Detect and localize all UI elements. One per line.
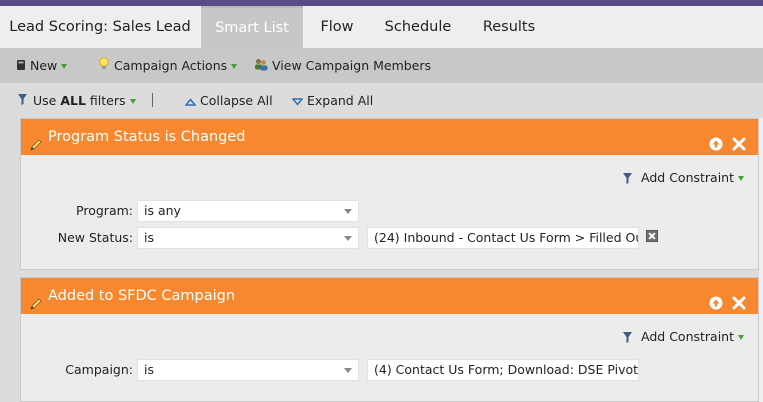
all-label: ALL bbox=[60, 93, 86, 108]
filter-panel-sfdc-campaign: Added to SFDC Campaign Add Constraint Ca… bbox=[20, 277, 759, 402]
remove-value-icon[interactable] bbox=[646, 230, 658, 242]
tab-bar: Lead Scoring: Sales Lead Smart List Flow… bbox=[0, 6, 763, 49]
use-label: Use bbox=[33, 93, 61, 108]
filters-label: filters bbox=[85, 93, 126, 108]
program-operator-select[interactable]: is any bbox=[137, 200, 359, 222]
new-status-label: New Status: bbox=[57, 230, 133, 245]
collapse-icon bbox=[184, 84, 197, 119]
campaign-operator-value: is bbox=[144, 362, 154, 377]
new-status-value-field[interactable]: (24) Inbound - Contact Us Form > Filled … bbox=[367, 227, 639, 249]
add-constraint-button[interactable]: Add Constraint bbox=[621, 168, 744, 188]
tab-results[interactable]: Results bbox=[468, 6, 550, 48]
chevron-down-icon bbox=[231, 64, 238, 69]
filter-wrench-icon bbox=[621, 329, 641, 344]
chevron-down-icon bbox=[61, 64, 68, 69]
campaign-actions-label: Campaign Actions bbox=[114, 58, 228, 73]
filter-title: Added to SFDC Campaign bbox=[48, 288, 236, 304]
campaign-actions-button[interactable]: Campaign Actions bbox=[98, 48, 238, 84]
expand-icon bbox=[291, 84, 304, 119]
chevron-down-icon bbox=[344, 209, 352, 214]
expand-all-label: Expand All bbox=[307, 93, 374, 108]
filter-panel-program-status: Program Status is Changed Add Constraint… bbox=[20, 118, 759, 270]
campaign-label: Campaign: bbox=[65, 362, 133, 377]
members-icon bbox=[254, 49, 268, 84]
filter-wrench-icon bbox=[16, 84, 29, 119]
add-constraint-label: Add Constraint bbox=[641, 329, 734, 344]
filter-title: Program Status is Changed bbox=[48, 129, 246, 145]
chevron-down-icon bbox=[738, 176, 744, 181]
toolbar-divider bbox=[152, 93, 153, 107]
new-status-operator-value: is bbox=[144, 230, 154, 245]
campaign-name-tab[interactable]: Lead Scoring: Sales Lead bbox=[0, 6, 200, 48]
program-operator-value: is any bbox=[144, 203, 181, 218]
move-up-icon[interactable] bbox=[709, 129, 723, 151]
chevron-down-icon bbox=[738, 335, 744, 340]
new-label: New bbox=[30, 58, 58, 73]
close-icon[interactable] bbox=[732, 288, 746, 310]
add-constraint-label: Add Constraint bbox=[641, 170, 734, 185]
filter-header[interactable]: Added to SFDC Campaign bbox=[21, 278, 758, 314]
new-button[interactable]: New bbox=[16, 48, 68, 84]
view-campaign-members-button[interactable]: View Campaign Members bbox=[254, 48, 431, 83]
tab-smart-list[interactable]: Smart List bbox=[201, 6, 303, 48]
toolbar: New Campaign Actions View Campaign Membe… bbox=[0, 48, 763, 83]
chevron-down-icon bbox=[129, 99, 136, 104]
lightbulb-icon bbox=[98, 49, 110, 84]
campaign-operator-select[interactable]: is bbox=[137, 359, 359, 381]
pencil-icon bbox=[29, 130, 43, 166]
filter-wrench-icon bbox=[621, 170, 641, 185]
use-all-filters-dropdown[interactable]: Use ALL filters bbox=[16, 83, 136, 118]
collapse-all-label: Collapse All bbox=[200, 93, 273, 108]
program-label: Program: bbox=[76, 203, 133, 218]
new-icon bbox=[16, 49, 26, 84]
view-campaign-members-label: View Campaign Members bbox=[272, 58, 432, 73]
chevron-down-icon bbox=[344, 236, 352, 241]
scrollbar-track[interactable] bbox=[759, 118, 763, 402]
expand-all-button[interactable]: Expand All bbox=[291, 83, 374, 119]
tab-flow[interactable]: Flow bbox=[305, 6, 369, 48]
filter-bar: Use ALL filters Collapse All Expand All bbox=[0, 83, 763, 118]
close-icon[interactable] bbox=[732, 129, 746, 151]
filter-header[interactable]: Program Status is Changed bbox=[21, 119, 758, 155]
collapse-all-button[interactable]: Collapse All bbox=[184, 83, 273, 119]
pencil-icon bbox=[29, 289, 43, 325]
tab-schedule[interactable]: Schedule bbox=[372, 6, 464, 48]
move-up-icon[interactable] bbox=[709, 288, 723, 310]
new-status-operator-select[interactable]: is bbox=[137, 227, 359, 249]
add-constraint-button[interactable]: Add Constraint bbox=[621, 327, 744, 347]
campaign-value-field[interactable]: (4) Contact Us Form; Download: DSE Pivot… bbox=[367, 359, 639, 381]
chevron-down-icon bbox=[344, 368, 352, 373]
